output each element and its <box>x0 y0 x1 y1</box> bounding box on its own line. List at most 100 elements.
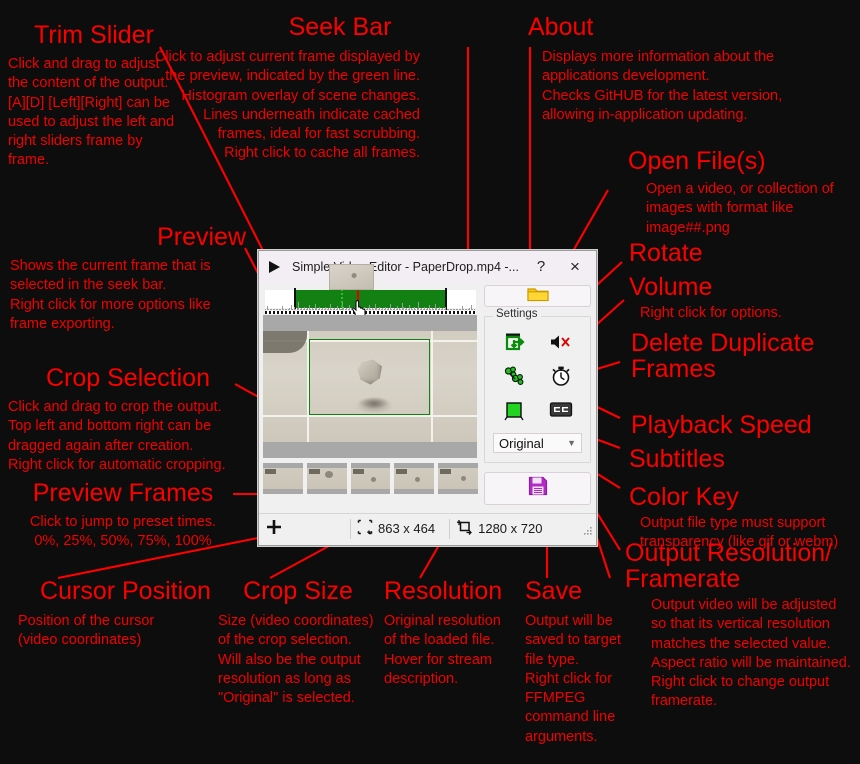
crop-size-value: 863 x 464 <box>378 521 436 536</box>
status-divider <box>350 518 351 539</box>
floppy-save-icon <box>527 475 549 502</box>
annotation-title: Delete Duplicate Frames <box>631 329 815 383</box>
titlebar-buttons: ? × <box>524 253 592 281</box>
green-square-icon <box>503 399 525 426</box>
annotation-preview-frames: Preview Frames Click to jump to preset t… <box>10 480 236 552</box>
current-frame-line <box>341 289 343 310</box>
preview-frame-thumbnail[interactable] <box>306 463 347 494</box>
preview-frame-thumbnail[interactable] <box>394 463 435 494</box>
annotation-title: Open File(s) <box>628 147 766 175</box>
crop-selection-box[interactable] <box>309 339 430 415</box>
annotation-body: Click to adjust current frame displayed … <box>154 49 420 162</box>
thumb-ball-dot <box>324 471 333 478</box>
settings-group: Settings Original ▼ <box>484 308 591 463</box>
annotation-seek-bar: Seek Bar Click to adjust current frame d… <box>120 14 420 164</box>
subtitles-button[interactable] <box>538 395 585 429</box>
resolution-icon <box>456 519 473 538</box>
annotation-body: Original resolution of the loaded file. … <box>384 613 501 687</box>
thumb-letterbox <box>350 489 391 494</box>
scene-change-histogram <box>265 301 476 310</box>
annotation-title: Preview <box>157 223 246 251</box>
cached-frames-indicator <box>265 311 476 314</box>
close-button[interactable]: × <box>558 253 592 281</box>
annotation-playback-speed: Playback Speed <box>631 412 812 438</box>
thumb-letterbox <box>306 489 347 494</box>
annotation-crop-size: Crop Size Size (video coordinates) of th… <box>218 578 378 708</box>
annotation-title: Volume <box>629 273 713 301</box>
annotation-save: Save Output will be saved to target file… <box>525 578 625 747</box>
annotation-delete-duplicate-frames: Delete Duplicate Frames <box>631 330 853 382</box>
play-triangle-icon <box>265 258 283 276</box>
thumb-dark-block <box>440 469 452 474</box>
thumb-letterbox <box>438 489 478 494</box>
annotation-title: Seek Bar <box>288 13 392 41</box>
annotation-title: Crop Size <box>243 577 353 605</box>
thumb-letterbox <box>263 489 303 494</box>
delete-duplicate-frames-button[interactable] <box>491 361 538 395</box>
thumb-ball-dot <box>370 477 376 482</box>
crop-icon <box>357 519 373 538</box>
rotate-icon <box>503 331 525 358</box>
annotation-body: Open a video, or collection of images wi… <box>646 181 834 236</box>
annotation-body: Output video will be adjusted so that it… <box>651 597 851 710</box>
annotation-body: Click and drag to crop the output. Top l… <box>8 399 226 473</box>
annotation-subtitles: Subtitles <box>629 446 725 472</box>
annotation-body: Click to jump to preset times. 0%, 25%, … <box>29 514 217 550</box>
annotation-title: Preview Frames <box>32 479 214 507</box>
thumb-letterbox <box>263 463 303 468</box>
annotation-title: Rotate <box>629 239 703 267</box>
status-divider <box>449 518 451 539</box>
annotation-title: About <box>528 13 594 41</box>
annotation-title: Output Resolution/ Framerate <box>625 539 833 593</box>
settings-icon-grid <box>487 321 588 431</box>
seek-bar[interactable] <box>263 264 478 321</box>
annotation-title: Save <box>525 577 582 605</box>
preview-letterbox-top <box>263 315 477 331</box>
settings-group-label: Settings <box>493 308 541 320</box>
annotation-body: Output will be saved to target file type… <box>525 613 621 745</box>
preview-frame-thumbnail[interactable] <box>438 463 478 494</box>
preview-grid-line <box>431 331 433 442</box>
preview-grid-line <box>263 415 477 417</box>
rotate-button[interactable] <box>491 327 538 361</box>
thumb-dark-block <box>308 469 320 474</box>
thumb-letterbox <box>438 463 478 468</box>
thumb-dark-block <box>352 469 364 474</box>
crosshair-icon <box>265 518 283 539</box>
preview-letterbox-bottom <box>263 442 477 458</box>
editor-right-column: Settings Original ▼ <box>481 282 596 513</box>
annotation-body: Position of the cursor (video coordinate… <box>18 613 155 649</box>
seek-hover-thumbnail <box>329 264 374 290</box>
preview-frame-thumbnail[interactable] <box>350 463 391 494</box>
thumb-ball-dot <box>461 476 467 481</box>
annotation-preview: Preview Shows the current frame that is … <box>10 224 246 334</box>
preview-frame-thumbnail[interactable] <box>263 463 303 494</box>
output-resolution-select[interactable]: Original ▼ <box>493 433 582 453</box>
window-body: Settings Original ▼ <box>259 264 596 513</box>
output-resolution-field[interactable]: Original ▼ <box>493 433 582 453</box>
annotated-screenshot: Trim Slider Click and drag to adjust the… <box>0 0 860 764</box>
annotation-title: Subtitles <box>629 445 725 473</box>
thumb-dark-block <box>396 469 408 474</box>
speaker-muted-icon <box>549 332 573 357</box>
cursor-position-indicator[interactable] <box>265 518 288 539</box>
preview-frames-strip <box>263 463 478 494</box>
color-key-button[interactable] <box>491 395 538 429</box>
annotation-body: Right click for options. <box>640 305 782 321</box>
crop-size-indicator[interactable]: 863 x 464 <box>357 519 435 538</box>
volume-button[interactable] <box>538 327 585 361</box>
annotation-body: Size (video coordinates) of the crop sel… <box>218 613 374 707</box>
annotation-output-resolution: Output Resolution/ Framerate Output vide… <box>625 540 860 712</box>
playback-speed-button[interactable] <box>538 361 585 395</box>
window-title: Simple Video Editor - PaperDrop.mp4 -... <box>292 259 519 274</box>
video-preview[interactable] <box>263 315 477 458</box>
resolution-indicator[interactable]: 1280 x 720 <box>456 519 542 538</box>
save-button[interactable] <box>484 472 591 505</box>
about-button[interactable]: ? <box>524 253 558 281</box>
annotation-about: About Displays more information about th… <box>528 14 828 125</box>
annotation-open-files: Open File(s) Open a video, or collection… <box>628 148 860 238</box>
open-files-button[interactable] <box>484 285 591 307</box>
resize-grip[interactable] <box>583 524 593 535</box>
annotation-title: Playback Speed <box>631 411 812 439</box>
annotation-title: Resolution <box>384 577 503 605</box>
